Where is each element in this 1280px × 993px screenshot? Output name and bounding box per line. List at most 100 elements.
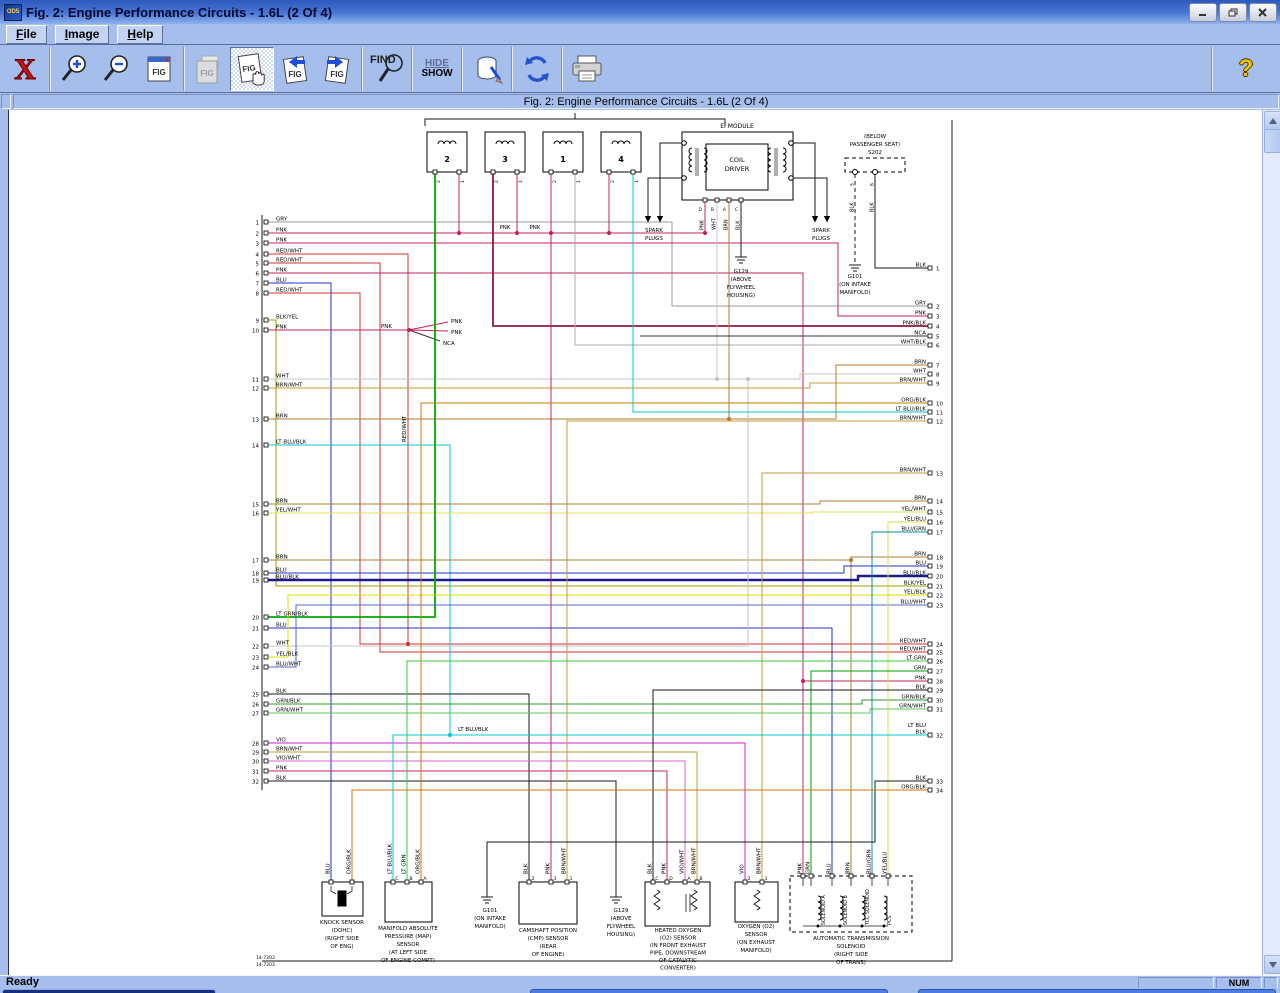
- coil-symbol: [884, 896, 887, 920]
- pin-number: 11: [252, 378, 259, 384]
- zoom-out-icon: [100, 52, 134, 86]
- zoom-in-button[interactable]: [54, 48, 96, 90]
- connector-pin: [928, 314, 932, 318]
- figure-disabled-button[interactable]: FIG: [188, 48, 230, 90]
- scroll-up-button[interactable]: [1264, 111, 1280, 130]
- pin-number: 6: [256, 272, 260, 278]
- resistor-symbol: [754, 890, 760, 910]
- print-button[interactable]: [566, 48, 608, 90]
- diagram-viewport: 1GRY2PNK3PNK4RED/WHT5RED/WHT6PNK7BLU8RED…: [0, 110, 1262, 975]
- module-terminal: [789, 141, 794, 146]
- wire-color-label: VIO/WHT: [680, 849, 686, 874]
- wire-RED/WHT: [268, 293, 408, 644]
- wire-color-label: PNK: [700, 219, 706, 230]
- component-injector-2: [427, 132, 467, 172]
- minimize-button[interactable]: [1189, 3, 1217, 22]
- scroll-down-button[interactable]: [1264, 955, 1280, 974]
- wire-color-label: YEL/BLK: [275, 652, 299, 658]
- connector-pin: [264, 692, 268, 696]
- junction-dot: [407, 328, 411, 332]
- close-button[interactable]: [1249, 3, 1277, 22]
- connector-pin: [565, 880, 569, 884]
- refresh-button[interactable]: [516, 48, 558, 90]
- pin-number: 26: [252, 703, 259, 709]
- wire-BLK: [648, 178, 687, 216]
- pin-number: 17: [252, 559, 259, 565]
- menu-file[interactable]: File: [6, 25, 47, 44]
- connector-pin: [928, 593, 932, 597]
- figure-caption: Fig. 2: Engine Performance Circuits - 1.…: [13, 94, 1279, 109]
- injector-number: 4: [618, 155, 624, 164]
- vertical-scrollbar[interactable]: [1262, 110, 1280, 975]
- pin-number: 20: [936, 575, 943, 581]
- pin-number: 3: [936, 315, 940, 321]
- wire-ORG/BLK: [421, 403, 930, 880]
- caption-left-panel: [1, 94, 11, 109]
- figure-forward-button[interactable]: FIG: [316, 48, 358, 90]
- wire-color-label: ORG/BLK: [416, 849, 422, 874]
- connector-pin: [264, 443, 268, 447]
- component-label: (AT LEFT SIDE: [389, 950, 428, 956]
- connector-pin: [264, 377, 268, 381]
- connector-pin: [703, 198, 707, 202]
- scroll-thumb[interactable]: [1264, 129, 1280, 153]
- connector-pin: [928, 410, 932, 414]
- solenoid-label: PCS: [887, 916, 893, 925]
- pin-number: 18: [252, 572, 259, 578]
- pin-number: 31: [936, 708, 943, 714]
- ground-label: MANIFOLD): [839, 290, 870, 296]
- help-button[interactable]: ?: [1216, 48, 1276, 90]
- junction-dot: [703, 231, 707, 235]
- arrowhead: [812, 216, 818, 223]
- component-label: HEATED OXYGEN: [655, 928, 702, 934]
- svg-text:FIG: FIG: [152, 68, 165, 77]
- wire-color-label: PNK: [276, 325, 287, 331]
- wire-color-label: BRN/WHT: [562, 847, 568, 874]
- clear-highlight-button[interactable]: [466, 48, 508, 90]
- figure-pan-button[interactable]: FIG: [230, 47, 274, 91]
- wire-color-label: RED/WHT: [276, 258, 303, 264]
- hide-show-icon: HIDESHOW: [421, 59, 452, 79]
- ground-label: HOUSING): [727, 293, 755, 299]
- connector-pin: [264, 571, 268, 575]
- find-button[interactable]: FIND: [366, 48, 408, 90]
- connector-pin: [928, 698, 932, 702]
- wire-color-label: WHT: [712, 217, 718, 230]
- component-label: MANIFOLD ABSOLUTE: [378, 926, 438, 932]
- figure-back-button[interactable]: FIG: [274, 48, 316, 90]
- connector-pin: [264, 281, 268, 285]
- junction-dot: [801, 679, 805, 683]
- pin-letter: 1: [576, 180, 582, 183]
- connector-pin: [264, 665, 268, 669]
- zoom-out-button[interactable]: [96, 48, 138, 90]
- wire-color-label: BLU/WHT: [901, 600, 927, 606]
- wire-color-label: BLU: [827, 863, 833, 874]
- restore-button[interactable]: [1219, 3, 1247, 22]
- menu-image[interactable]: Image: [55, 25, 110, 44]
- connector-pin: [264, 644, 268, 648]
- wire-color-label: VIO: [740, 864, 746, 874]
- connector-pin: [928, 788, 932, 792]
- component-label: (REAR: [539, 944, 556, 950]
- component-label: PIPE, DOWNSTREAM: [650, 951, 706, 957]
- coil-symbol: [554, 141, 572, 144]
- menu-help[interactable]: Help: [117, 25, 163, 44]
- wire-GRY: [268, 222, 930, 306]
- wire-color-label: LT GRN/BLK: [276, 612, 308, 618]
- connector-pin: [928, 334, 932, 338]
- wire-color-label: VIO: [276, 738, 286, 744]
- connector-pin: [631, 170, 635, 174]
- connector-pin: [350, 880, 354, 884]
- wire-color-label: BRN/WHT: [276, 747, 303, 753]
- wire-color-label: PNK: [662, 863, 668, 874]
- wire-BRN: [268, 501, 930, 504]
- component-label: AUTOMATIC TRANSMISSION: [813, 936, 889, 942]
- wire-BLK: [268, 694, 529, 880]
- wire-color-label: BLK: [276, 776, 287, 782]
- hide-show-button[interactable]: HIDESHOW: [416, 48, 458, 90]
- close-figure-button[interactable]: X: [4, 48, 46, 90]
- figure-window-button[interactable]: FIG: [138, 48, 180, 90]
- wire-color-label: GRY: [915, 301, 927, 307]
- svg-text:FIG: FIG: [242, 63, 256, 74]
- wire-color-label: WHT: [276, 374, 290, 380]
